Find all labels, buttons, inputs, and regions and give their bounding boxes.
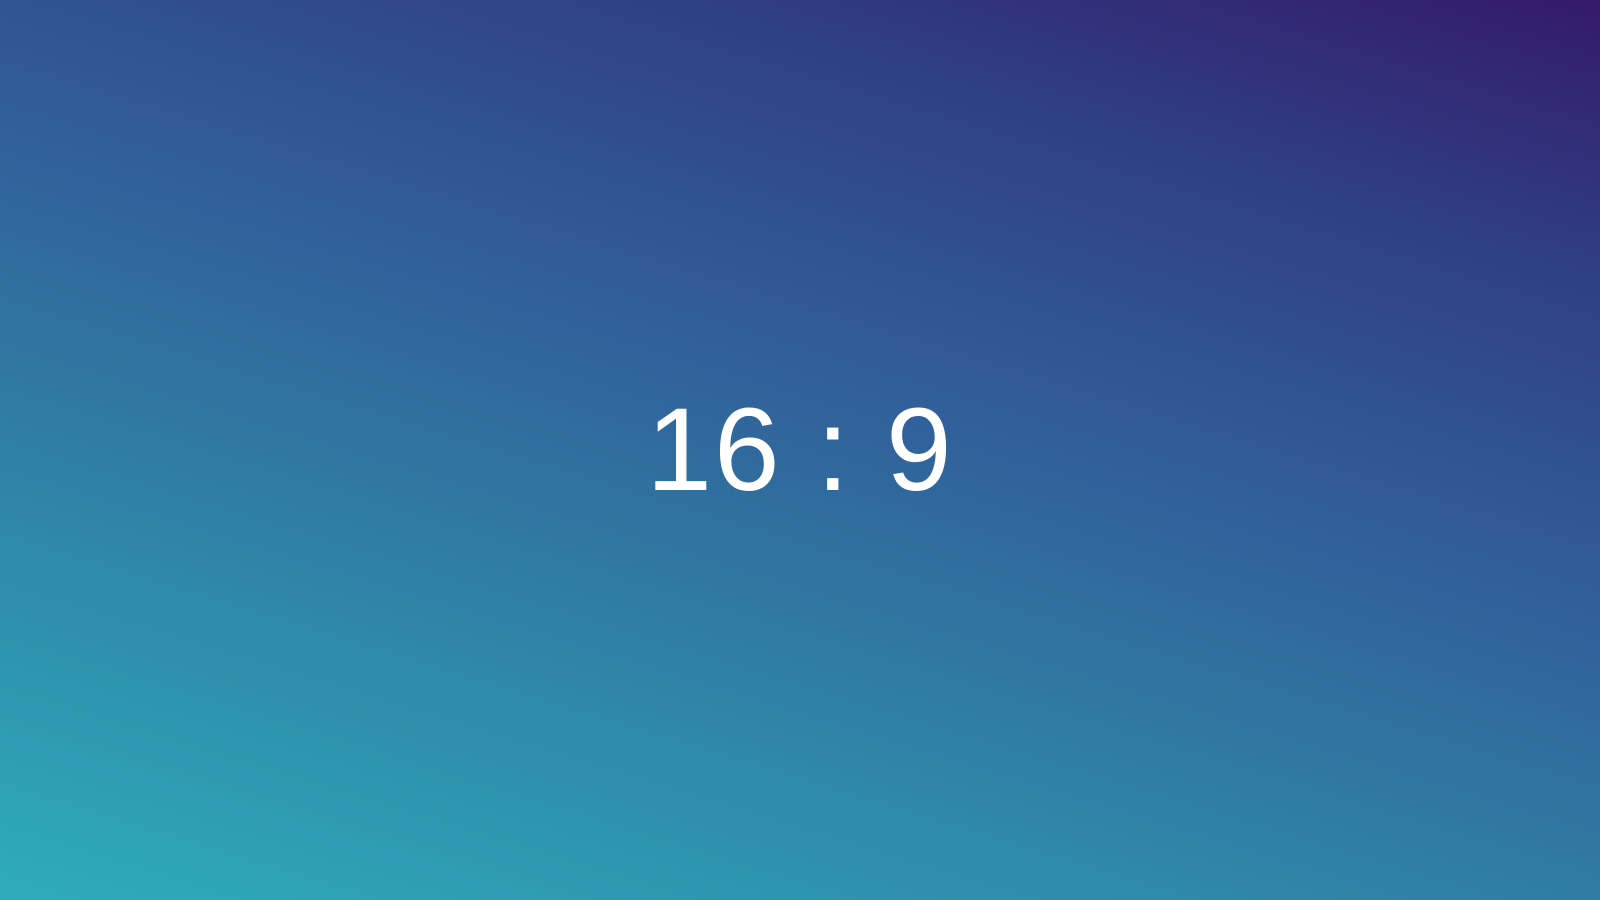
gradient-background: 16 : 9 bbox=[0, 0, 1600, 900]
aspect-ratio-label: 16 : 9 bbox=[646, 384, 954, 516]
